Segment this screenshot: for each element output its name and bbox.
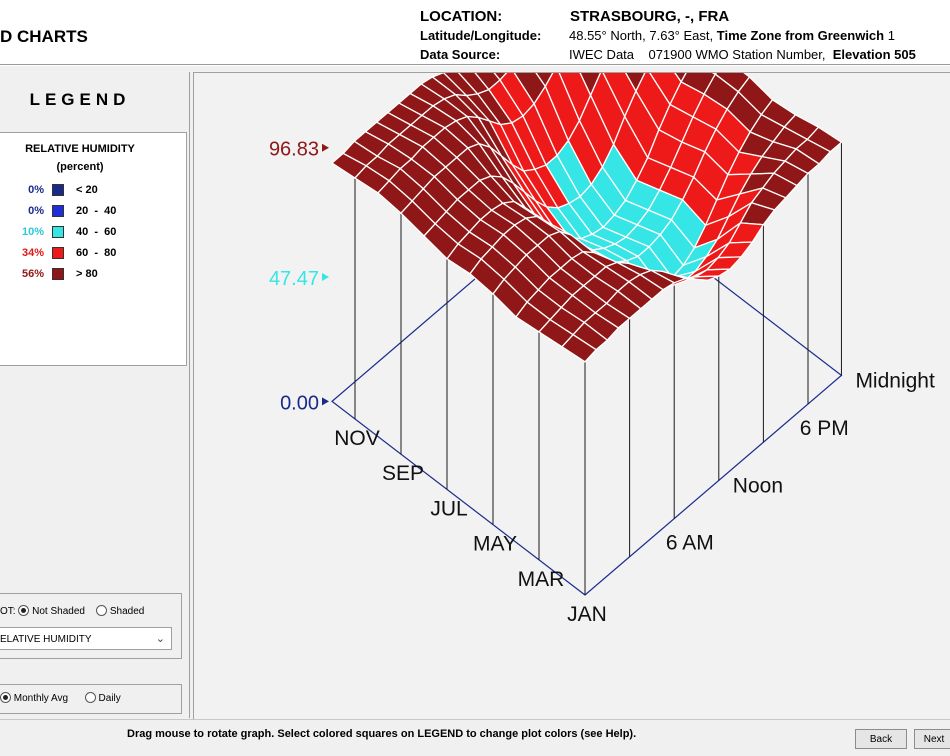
legend-percent: 0% (28, 205, 44, 217)
hour-label: 6 PM (800, 417, 849, 440)
footer-message: Drag mouse to rotate graph. Select color… (127, 728, 637, 740)
shaded-label: Shaded (109, 606, 145, 617)
legend-percent: 56% (21, 268, 44, 280)
month-label: MAY (473, 533, 517, 556)
legend-heading: LEGEND (29, 90, 131, 109)
z-tick-label: 0.00 (280, 392, 319, 414)
legend-range: 20 - 40 (76, 205, 117, 217)
legend-title: RELATIVE HUMIDITY (25, 143, 135, 155)
z-tick-marker (322, 397, 329, 406)
header-divider (0, 64, 950, 65)
legend-range: > 80 (76, 268, 98, 280)
legend-range: < 20 (76, 184, 98, 196)
variable-select[interactable]: ELATIVE HUMIDITY ⌄ (0, 627, 172, 650)
daily-radio[interactable] (84, 692, 96, 703)
footer: Drag mouse to rotate graph. Select color… (0, 719, 950, 756)
location-value: STRASBOURG, -, FRA (570, 8, 730, 25)
legend-unit: (percent) (56, 161, 104, 173)
daily-label: Daily (98, 693, 121, 704)
legend-color-swatch[interactable] (52, 226, 64, 238)
app-title: D CHARTS (0, 27, 88, 46)
legend-color-swatch[interactable] (52, 268, 64, 280)
legend-color-swatch[interactable] (52, 184, 64, 196)
header: D CHARTS LOCATION: STRASBOURG, -, FRA La… (0, 0, 950, 66)
legend-range: 60 - 80 (76, 247, 117, 259)
elevation-label: Elevation (832, 47, 891, 62)
left-panel: LEGEND RELATIVE HUMIDITY (percent) 0% < … (0, 72, 190, 718)
plot-shading-row: OT: Not Shaded Shaded (0, 605, 144, 617)
z-tick-label: 47.47 (269, 268, 319, 290)
hour-label: 6 AM (666, 532, 714, 555)
legend-box: RELATIVE HUMIDITY (percent) 0% < 20 0% 2… (0, 132, 187, 366)
next-button[interactable]: Next (914, 729, 950, 749)
legend-color-swatch[interactable] (52, 205, 64, 217)
monthly-avg-radio[interactable] (0, 692, 11, 703)
z-tick-label: 96.83 (269, 139, 319, 161)
back-button[interactable]: Back (855, 729, 907, 749)
source-value-line: IWEC Data 071900 WMO Station Number, Ele… (569, 47, 916, 62)
period-options: Monthly Avg Daily (0, 684, 182, 714)
location-label: LOCATION: (420, 8, 503, 25)
station-number: 071900 WMO Station Number, (648, 47, 826, 62)
period-row: Monthly Avg Daily (0, 692, 121, 704)
latlon-value: 48.55° North, 7.63° East, Time Zone from… (569, 28, 895, 43)
legend-color-swatch[interactable] (52, 247, 64, 259)
not-shaded-radio[interactable] (18, 605, 30, 616)
source-value: IWEC Data (569, 47, 635, 62)
elevation-value: 505 (894, 47, 916, 62)
latitude: 48.55° North, (569, 28, 646, 43)
not-shaded-label: Not Shaded (32, 606, 85, 617)
source-label: Data Source: (420, 47, 501, 62)
timezone-label: Time Zone from Greenwich (716, 28, 885, 43)
longitude: 7.63° East, (649, 28, 714, 43)
latlon-label: Latitude/Longitude: (420, 28, 542, 43)
shaded-radio[interactable] (96, 605, 108, 616)
month-label: SEP (382, 462, 424, 485)
plot-shading-label: OT: (0, 606, 16, 617)
month-label: NOV (334, 427, 380, 450)
month-label: MAR (518, 568, 565, 591)
humidity-surface-chart[interactable]: JANMARMAY JUL SEPNOV 6 AM Noon 6 PM Midnight 96… (194, 73, 950, 719)
legend-percent: 0% (28, 184, 44, 196)
variable-select-value: ELATIVE HUMIDITY (0, 634, 92, 645)
hour-label: Noon (733, 474, 783, 497)
month-label: JAN (567, 603, 607, 626)
plot-options: OT: Not Shaded Shaded ELATIVE HUMIDITY ⌄ (0, 593, 182, 659)
legend-percent: 34% (21, 247, 44, 259)
z-tick-marker (322, 143, 329, 152)
z-tick-marker (322, 273, 329, 282)
legend-range: 40 - 60 (76, 226, 117, 238)
chevron-down-icon: ⌄ (155, 633, 165, 645)
legend-percent: 10% (21, 226, 44, 238)
month-label: JUL (430, 497, 467, 520)
timezone-value: 1 (887, 28, 895, 43)
monthly-avg-label: Monthly Avg (13, 693, 69, 704)
plot-area[interactable]: JAN MAR MAY JUL SEP NOV 6 AM Noon 6 PM Midnight 96… (193, 72, 950, 719)
hour-label: Midnight (855, 369, 935, 392)
